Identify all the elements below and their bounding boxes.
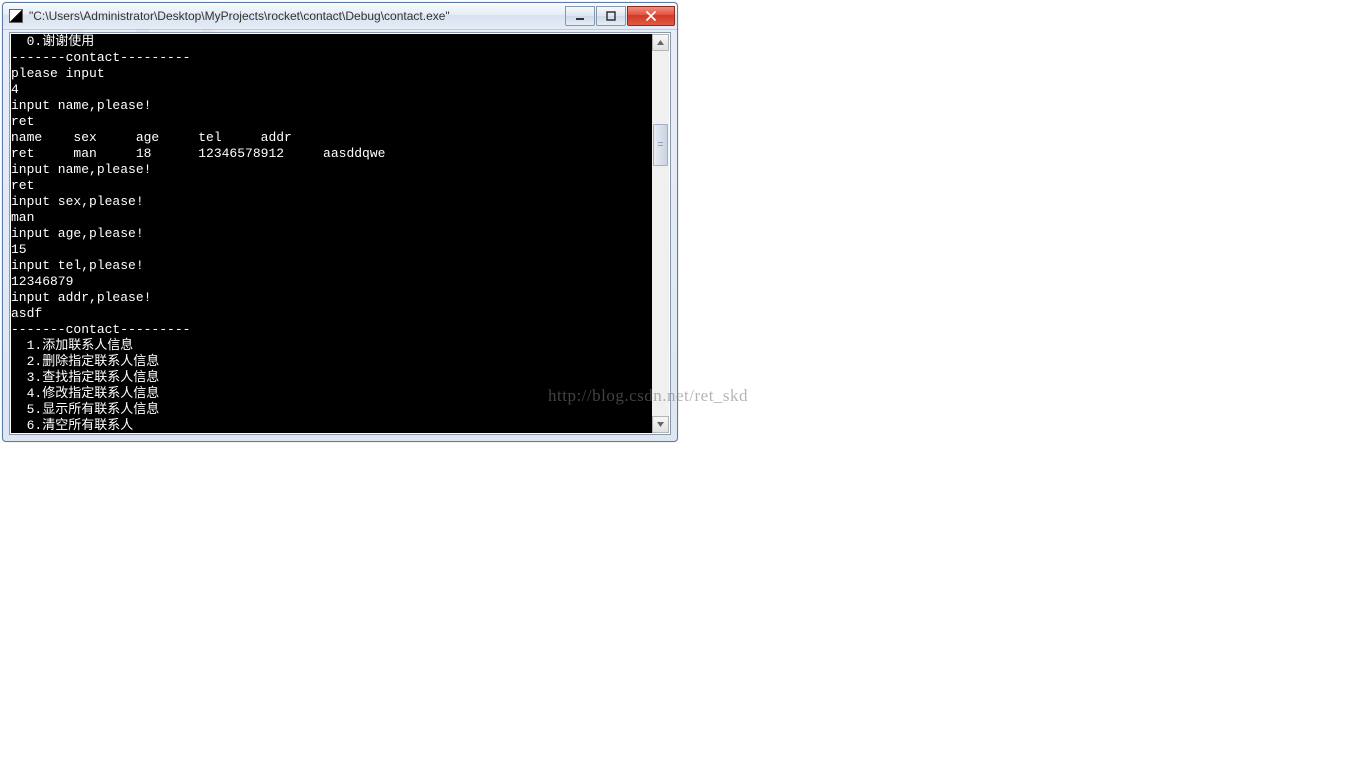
console-line: 4	[11, 82, 652, 98]
scroll-up-button[interactable]	[652, 34, 669, 51]
console-line: input sex,please!	[11, 194, 652, 210]
console-line: man	[11, 210, 652, 226]
menu-number: 3.	[11, 370, 42, 385]
console-line: 12346879	[11, 274, 652, 290]
console-line: please input	[11, 66, 652, 82]
console-line: input age,please!	[11, 226, 652, 242]
console-line: input name,please!	[11, 162, 652, 178]
chevron-up-icon	[656, 38, 665, 47]
minimize-icon	[575, 11, 585, 21]
menu-item: 5.显示所有联系人信息	[11, 402, 652, 418]
menu-label: 修改指定联系人信息	[42, 386, 159, 401]
console-line: -------contact---------	[11, 322, 652, 338]
menu-label: 显示所有联系人信息	[42, 402, 159, 417]
scroll-down-button[interactable]	[652, 416, 669, 433]
titlebar[interactable]: "C:\Users\Administrator\Desktop\MyProjec…	[3, 3, 677, 30]
app-icon	[9, 9, 23, 23]
scroll-thumb[interactable]	[653, 124, 668, 166]
minimize-button[interactable]	[565, 6, 595, 26]
console-line: asdf	[11, 306, 652, 322]
menu-label: 删除指定联系人信息	[42, 354, 159, 369]
menu-item: 3.查找指定联系人信息	[11, 370, 652, 386]
menu-number: 5.	[11, 402, 42, 417]
menu-label: 添加联系人信息	[42, 338, 133, 353]
close-icon	[645, 11, 657, 21]
menu-number: 6.	[11, 418, 42, 433]
console-line: ret	[11, 178, 652, 194]
close-button[interactable]	[627, 6, 675, 26]
menu-item: 6.清空所有联系人	[11, 418, 652, 433]
window-title: "C:\Users\Administrator\Desktop\MyProjec…	[29, 9, 565, 23]
menu-number: 1.	[11, 338, 42, 353]
console-line: -------contact---------	[11, 50, 652, 66]
console-line: input addr,please!	[11, 290, 652, 306]
window-controls	[565, 6, 675, 26]
maximize-button[interactable]	[596, 6, 626, 26]
maximize-icon	[606, 11, 616, 21]
menu-number: 4.	[11, 386, 42, 401]
console-line: ret	[11, 114, 652, 130]
menu-item: 4.修改指定联系人信息	[11, 386, 652, 402]
menu-item: 1.添加联系人信息	[11, 338, 652, 354]
chevron-down-icon	[656, 420, 665, 429]
vertical-scrollbar[interactable]	[652, 34, 669, 433]
menu-number: 2.	[11, 354, 42, 369]
console-line: name sex age tel addr	[11, 130, 652, 146]
menu-label: 清空所有联系人	[42, 418, 133, 433]
client-area: 0.谢谢使用-------contact---------please inpu…	[9, 32, 671, 435]
console-window: "C:\Users\Administrator\Desktop\MyProjec…	[2, 2, 678, 442]
console-line: ret man 18 12346578912 aasddqwe	[11, 146, 652, 162]
menu-item: 2.删除指定联系人信息	[11, 354, 652, 370]
console-output[interactable]: 0.谢谢使用-------contact---------please inpu…	[11, 34, 652, 433]
console-line: input name,please!	[11, 98, 652, 114]
console-line: 15	[11, 242, 652, 258]
console-line: 0.谢谢使用	[11, 34, 652, 50]
menu-label: 查找指定联系人信息	[42, 370, 159, 385]
console-line: input tel,please!	[11, 258, 652, 274]
